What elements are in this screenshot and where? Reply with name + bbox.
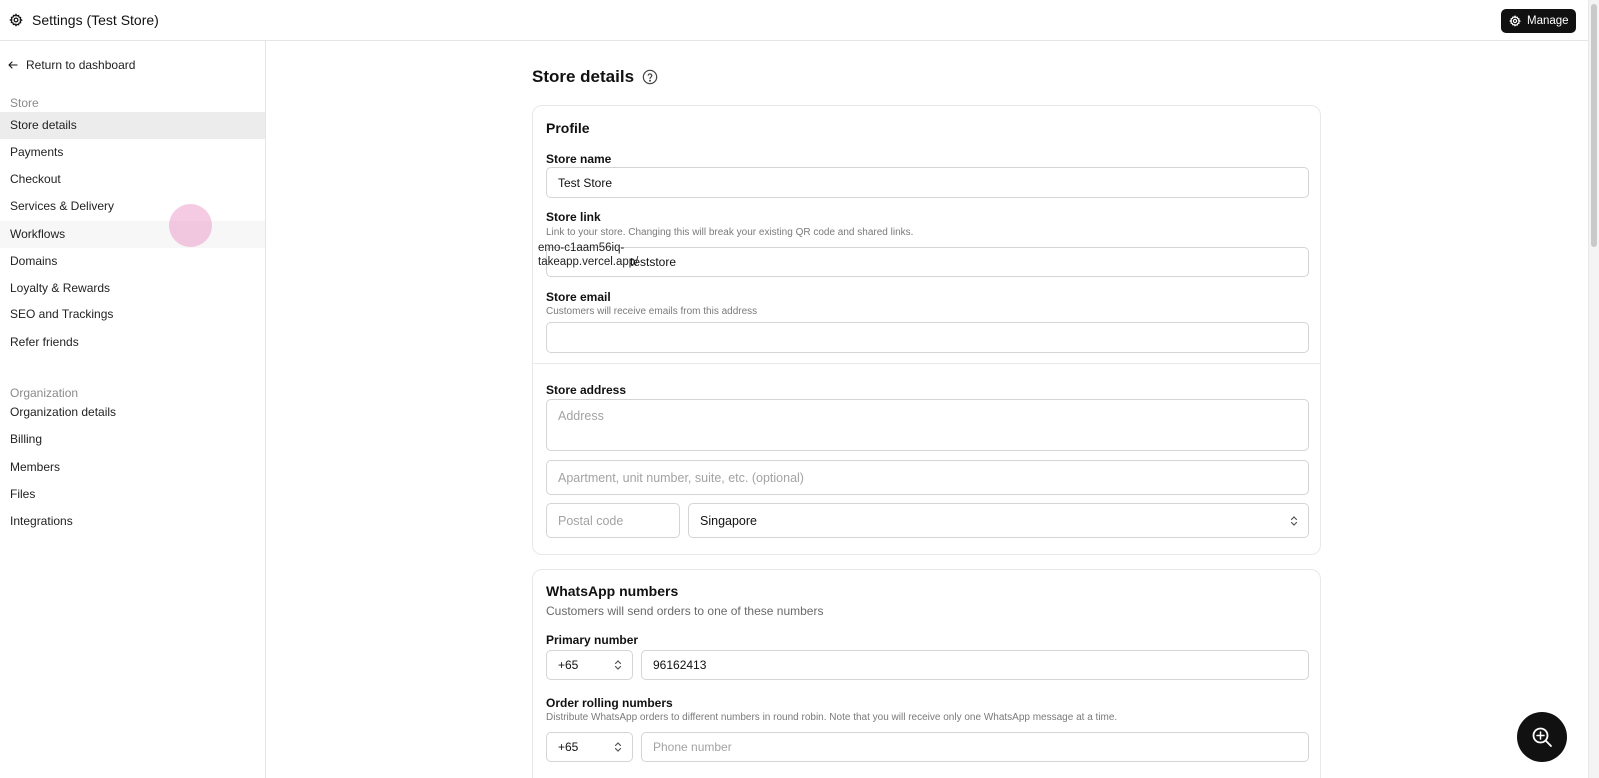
profile-divider [533, 363, 1320, 364]
store-section-label: Store [10, 96, 39, 110]
store-link-label: Store link [546, 210, 601, 224]
return-to-dashboard-link[interactable]: Return to dashboard [7, 58, 135, 72]
sidebar-item-store-details[interactable]: Store details [0, 112, 265, 139]
settings-sidebar: Return to dashboard Store Store details … [0, 41, 266, 778]
rolling-numbers-label: Order rolling numbers [546, 696, 673, 710]
sidebar-item-integrations[interactable]: Integrations [0, 508, 265, 535]
store-email-input[interactable] [546, 322, 1309, 353]
top-bar: Settings (Test Store) Manage [0, 0, 1588, 41]
sidebar-item-domains[interactable]: Domains [0, 248, 265, 275]
gear-icon [9, 13, 23, 27]
rolling-number-input[interactable]: Phone number [641, 732, 1309, 762]
chevron-updown-icon [614, 742, 622, 752]
sidebar-item-loyalty-rewards[interactable]: Loyalty & Rewards [0, 275, 265, 302]
country-value: Singapore [700, 513, 757, 528]
gear-icon [1509, 15, 1521, 27]
page-title: Store details [532, 67, 658, 87]
sidebar-item-checkout[interactable]: Checkout [0, 166, 265, 193]
store-email-help: Customers will receive emails from this … [546, 306, 758, 317]
whatsapp-heading: WhatsApp numbers [546, 583, 679, 599]
store-link-prefix: emo-c1aam56iq-takeapp.vercel.app/ [538, 242, 639, 268]
apartment-placeholder: Apartment, unit number, suite, etc. (opt… [558, 470, 804, 485]
sidebar-item-services-delivery[interactable]: Services & Delivery [0, 193, 265, 220]
store-link-help: Link to your store. Changing this will b… [546, 227, 914, 238]
profile-heading: Profile [546, 120, 590, 136]
sidebar-item-workflows[interactable]: Workflows [0, 221, 265, 248]
sidebar-item-payments[interactable]: Payments [0, 139, 265, 166]
postal-code-input[interactable]: Postal code [546, 503, 680, 538]
return-to-dashboard-label: Return to dashboard [26, 58, 136, 72]
whatsapp-card: WhatsApp numbers Customers will send ord… [532, 569, 1321, 778]
page-header-title: Settings (Test Store) [32, 12, 159, 28]
store-link-value: teststore [630, 255, 677, 269]
store-address-label: Store address [546, 383, 627, 397]
sidebar-item-billing[interactable]: Billing [0, 426, 265, 453]
scrollbar-thumb[interactable] [1591, 4, 1597, 247]
chevron-updown-icon [614, 660, 622, 670]
primary-country-code-value: +65 [558, 658, 579, 672]
rolling-country-code-select[interactable]: +65 [546, 732, 633, 762]
manage-button-label: Manage [1527, 15, 1569, 27]
store-name-value: Test Store [558, 175, 613, 190]
arrow-left-icon [8, 61, 18, 69]
organization-section-label: Organization [10, 386, 79, 400]
primary-country-code-select[interactable]: +65 [546, 650, 633, 680]
address-placeholder: Address [558, 409, 604, 423]
whatsapp-subtitle: Customers will send orders to one of the… [546, 604, 824, 618]
store-name-label: Store name [546, 152, 612, 166]
primary-number-label: Primary number [546, 633, 639, 647]
cursor-indicator [169, 204, 212, 247]
zoom-sparkle-icon [1532, 727, 1552, 747]
rolling-country-code-value: +65 [558, 740, 579, 754]
rolling-numbers-help: Distribute WhatsApp orders to different … [546, 712, 1118, 723]
store-name-input[interactable]: Test Store [546, 167, 1309, 198]
address-input[interactable]: Address [546, 399, 1309, 451]
chevron-updown-icon [1290, 515, 1298, 526]
store-email-label: Store email [546, 290, 611, 304]
page-title-text: Store details [532, 67, 635, 86]
sidebar-item-files[interactable]: Files [0, 481, 265, 508]
primary-number-input[interactable]: 96162413 [641, 650, 1309, 680]
country-select[interactable]: Singapore [688, 503, 1309, 538]
postal-code-placeholder: Postal code [558, 513, 624, 528]
page-scrollbar[interactable] [1588, 0, 1599, 778]
zoom-assistant-button[interactable] [1517, 712, 1567, 762]
profile-card: Profile Store name Test Store Store link… [532, 105, 1321, 555]
sidebar-item-seo-trackings[interactable]: SEO and Trackings [0, 301, 265, 328]
apartment-input[interactable]: Apartment, unit number, suite, etc. (opt… [546, 460, 1309, 495]
sidebar-item-members[interactable]: Members [0, 454, 265, 481]
primary-number-value: 96162413 [653, 658, 707, 672]
question-circle-icon[interactable] [642, 69, 658, 85]
sidebar-item-refer-friends[interactable]: Refer friends [0, 329, 265, 356]
rolling-number-placeholder: Phone number [653, 740, 732, 754]
manage-button[interactable]: Manage [1501, 9, 1576, 33]
sidebar-item-organization-details[interactable]: Organization details [0, 399, 265, 426]
